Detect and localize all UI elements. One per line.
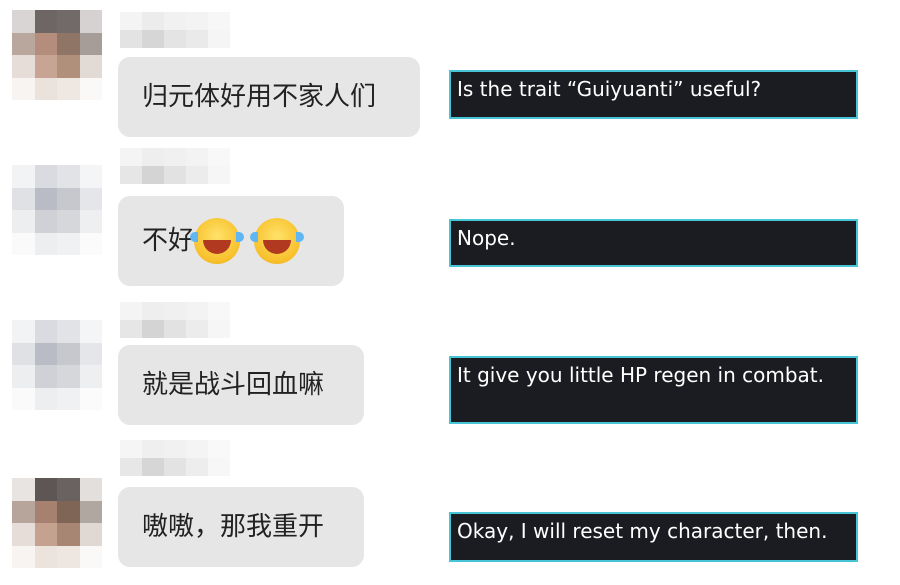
avatar[interactable]	[12, 320, 102, 410]
message-text: 嗷嗷，那我重开	[142, 512, 325, 542]
translation-caption: Nope.	[449, 219, 858, 267]
translation-caption: Is the trait “Guiyuanti” useful?	[449, 70, 858, 119]
translation-text: Okay, I will reset my character, then.	[457, 519, 828, 543]
avatar[interactable]	[12, 478, 102, 568]
message-bubble[interactable]: 不好	[118, 196, 344, 286]
translation-text: Nope.	[457, 226, 516, 250]
message-bubble[interactable]: 就是战斗回血嘛	[118, 345, 364, 425]
message-text: 归元体好用不家人们	[142, 82, 377, 112]
message-text: 不好	[142, 226, 195, 256]
tears-of-joy-icon	[190, 218, 245, 264]
tears-of-joy-icon	[250, 218, 305, 264]
sender-name	[120, 302, 230, 338]
message-text: 就是战斗回血嘛	[142, 370, 325, 400]
translation-text: Is the trait “Guiyuanti” useful?	[457, 77, 762, 101]
sender-name	[120, 440, 230, 476]
avatar[interactable]	[12, 165, 102, 255]
translation-text: It give you little HP regen in combat.	[457, 363, 825, 387]
message-bubble[interactable]: 嗷嗷，那我重开	[118, 487, 364, 567]
translation-caption: It give you little HP regen in combat.	[449, 356, 858, 424]
message-bubble[interactable]: 归元体好用不家人们	[118, 57, 420, 137]
sender-name	[120, 148, 230, 184]
translation-caption: Okay, I will reset my character, then.	[449, 512, 858, 562]
sender-name	[120, 12, 230, 48]
avatar[interactable]	[12, 10, 102, 100]
